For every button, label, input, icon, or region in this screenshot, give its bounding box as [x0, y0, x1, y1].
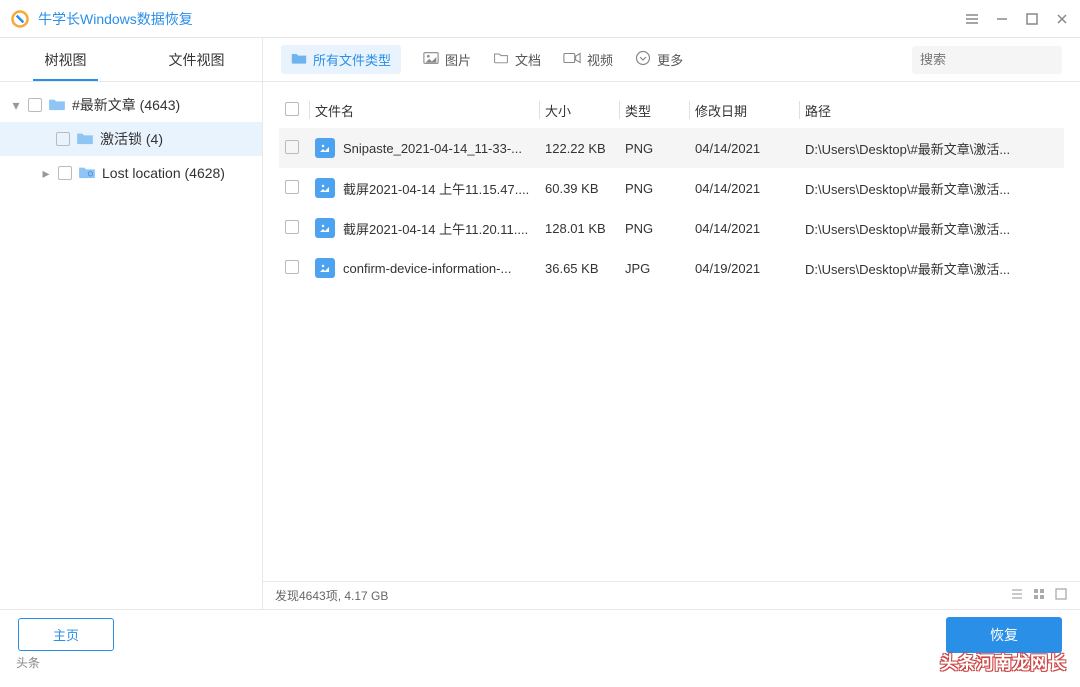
- file-path: D:\Users\Desktop\#最新文章\激活...: [799, 248, 1064, 288]
- checkbox[interactable]: [58, 166, 72, 180]
- tab-file-view[interactable]: 文件视图: [131, 38, 262, 81]
- file-table: 文件名 大小 类型 修改日期 路径 Snipaste_2021-04-14_11…: [279, 92, 1064, 288]
- search-input[interactable]: [920, 52, 1080, 67]
- view-grid-icon[interactable]: [1032, 587, 1046, 604]
- file-path: D:\Users\Desktop\#最新文章\激活...: [799, 168, 1064, 208]
- tree-node-root[interactable]: ▾ #最新文章 (4643): [0, 88, 262, 122]
- row-checkbox[interactable]: [285, 220, 299, 234]
- checkbox[interactable]: [56, 132, 70, 146]
- titlebar: 牛学长Windows数据恢复: [0, 0, 1080, 38]
- chevron-right-icon[interactable]: ▸: [40, 165, 52, 182]
- tree-label: 激活锁 (4): [100, 129, 163, 149]
- more-icon: [635, 50, 651, 69]
- sidebar-tabs: 树视图 文件视图: [0, 38, 262, 82]
- filter-video[interactable]: 视频: [563, 50, 613, 69]
- sidebar: 树视图 文件视图 ▾ #最新文章 (4643) 激活锁 (4) ▸ Lost l…: [0, 38, 263, 609]
- content: 所有文件类型 图片 文档 视频 更多: [263, 38, 1080, 609]
- tree-node-activation-lock[interactable]: 激活锁 (4): [0, 122, 262, 156]
- table-row[interactable]: 截屏2021-04-14 上午11.20.11.... 128.01 KB PN…: [279, 208, 1064, 248]
- file-name: 截屏2021-04-14 上午11.20.11....: [343, 219, 528, 238]
- row-checkbox[interactable]: [285, 180, 299, 194]
- view-toggle-group: [1010, 587, 1068, 604]
- col-size[interactable]: 大小: [539, 92, 619, 128]
- col-path[interactable]: 路径: [799, 92, 1064, 128]
- filter-more[interactable]: 更多: [635, 50, 683, 69]
- file-date: 04/19/2021: [689, 248, 799, 288]
- folder-icon: [76, 131, 94, 148]
- image-file-icon: [315, 178, 335, 198]
- file-name: Snipaste_2021-04-14_11-33-...: [343, 141, 522, 156]
- file-size: 122.22 KB: [539, 128, 619, 168]
- col-name[interactable]: 文件名: [309, 92, 539, 128]
- search-box[interactable]: [912, 46, 1062, 74]
- app-title: 牛学长Windows数据恢复: [38, 9, 193, 29]
- menu-icon[interactable]: [964, 11, 980, 27]
- tree-label: Lost location (4628): [102, 165, 225, 181]
- home-button[interactable]: 主页: [18, 618, 114, 651]
- recover-button[interactable]: 恢复: [946, 617, 1062, 653]
- filter-toolbar: 所有文件类型 图片 文档 视频 更多: [263, 38, 1080, 82]
- col-type[interactable]: 类型: [619, 92, 689, 128]
- checkbox[interactable]: [28, 98, 42, 112]
- view-large-icon[interactable]: [1054, 587, 1068, 604]
- filter-image[interactable]: 图片: [423, 50, 471, 69]
- filter-label: 图片: [445, 50, 471, 69]
- status-text: 发现4643项, 4.17 GB: [275, 587, 388, 604]
- col-date[interactable]: 修改日期: [689, 92, 799, 128]
- filter-label: 所有文件类型: [313, 50, 391, 69]
- tree-label: #最新文章 (4643): [72, 95, 180, 115]
- main: 树视图 文件视图 ▾ #最新文章 (4643) 激活锁 (4) ▸ Lost l…: [0, 38, 1080, 609]
- image-file-icon: [315, 218, 335, 238]
- folder-icon: [291, 51, 307, 68]
- maximize-icon[interactable]: [1024, 11, 1040, 27]
- filter-all[interactable]: 所有文件类型: [281, 45, 401, 74]
- file-name: confirm-device-information-...: [343, 261, 511, 276]
- select-all-checkbox[interactable]: [285, 102, 299, 116]
- tree-node-lost-location[interactable]: ▸ Lost location (4628): [0, 156, 262, 190]
- table-row[interactable]: Snipaste_2021-04-14_11-33-... 122.22 KB …: [279, 128, 1064, 168]
- window-controls: [964, 11, 1070, 27]
- bottombar: 主页 恢复: [0, 609, 1080, 659]
- row-checkbox[interactable]: [285, 140, 299, 154]
- folder-icon: [48, 97, 66, 114]
- file-type: JPG: [619, 248, 689, 288]
- close-icon[interactable]: [1054, 11, 1070, 27]
- filter-label: 视频: [587, 50, 613, 69]
- file-path: D:\Users\Desktop\#最新文章\激活...: [799, 128, 1064, 168]
- file-date: 04/14/2021: [689, 168, 799, 208]
- filter-label: 文档: [515, 50, 541, 69]
- table-row[interactable]: 截屏2021-04-14 上午11.15.47.... 60.39 KB PNG…: [279, 168, 1064, 208]
- statusbar: 发现4643项, 4.17 GB: [263, 581, 1080, 609]
- file-date: 04/14/2021: [689, 128, 799, 168]
- view-list-icon[interactable]: [1010, 587, 1024, 604]
- image-file-icon: [315, 138, 335, 158]
- row-checkbox[interactable]: [285, 260, 299, 274]
- table-header-row: 文件名 大小 类型 修改日期 路径: [279, 92, 1064, 128]
- document-icon: [493, 51, 509, 68]
- file-size: 128.01 KB: [539, 208, 619, 248]
- folder-search-icon: [78, 165, 96, 182]
- table-row[interactable]: confirm-device-information-... 36.65 KB …: [279, 248, 1064, 288]
- chevron-down-icon[interactable]: ▾: [10, 97, 22, 114]
- file-name: 截屏2021-04-14 上午11.15.47....: [343, 179, 529, 198]
- filter-doc[interactable]: 文档: [493, 50, 541, 69]
- minimize-icon[interactable]: [994, 11, 1010, 27]
- file-date: 04/14/2021: [689, 208, 799, 248]
- app-logo-icon: [10, 9, 30, 29]
- filter-label: 更多: [657, 50, 683, 69]
- image-icon: [423, 51, 439, 68]
- image-file-icon: [315, 258, 335, 278]
- file-type: PNG: [619, 128, 689, 168]
- file-path: D:\Users\Desktop\#最新文章\激活...: [799, 208, 1064, 248]
- file-grid: 文件名 大小 类型 修改日期 路径 Snipaste_2021-04-14_11…: [263, 82, 1080, 581]
- file-type: PNG: [619, 208, 689, 248]
- file-size: 60.39 KB: [539, 168, 619, 208]
- watermark-left: 头条: [16, 654, 40, 671]
- file-type: PNG: [619, 168, 689, 208]
- titlebar-left: 牛学长Windows数据恢复: [10, 9, 193, 29]
- tree: ▾ #最新文章 (4643) 激活锁 (4) ▸ Lost location (…: [0, 82, 262, 609]
- video-icon: [563, 51, 581, 68]
- tab-tree-view[interactable]: 树视图: [0, 38, 131, 81]
- file-size: 36.65 KB: [539, 248, 619, 288]
